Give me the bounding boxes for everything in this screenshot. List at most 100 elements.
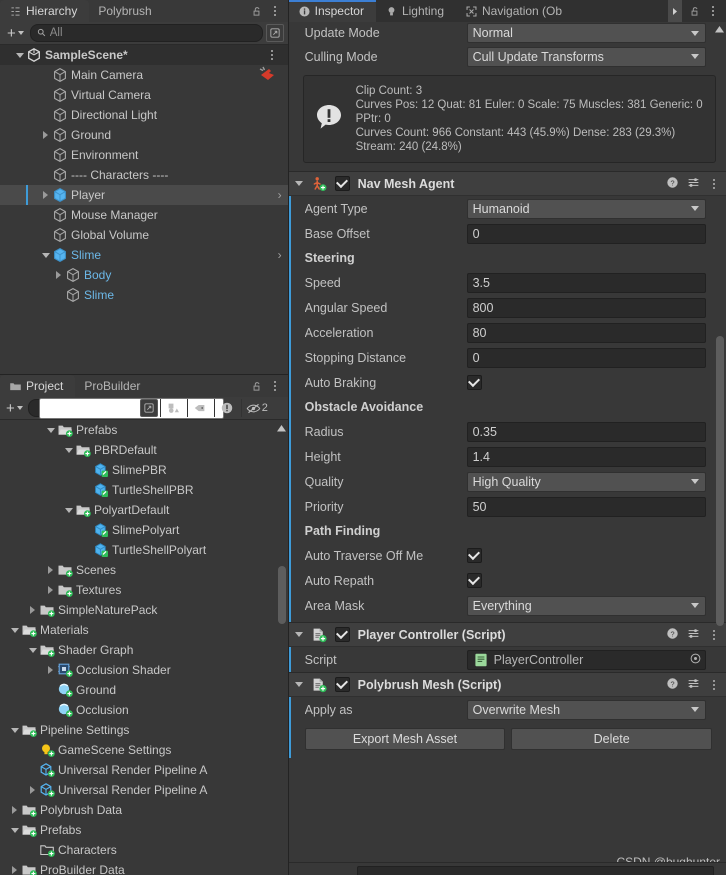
project-item-gamescene-settings[interactable]: GameScene Settings xyxy=(0,740,288,760)
project-item-scenes[interactable]: Scenes xyxy=(0,560,288,580)
label-filter-icon[interactable] xyxy=(186,399,212,417)
project-item-prefabs[interactable]: Prefabs xyxy=(0,820,288,840)
dropdown-quality[interactable]: High Quality xyxy=(466,471,706,492)
dropdown-agent-type[interactable]: Humanoid xyxy=(466,198,706,219)
project-item-slimepbr[interactable]: SlimePBR xyxy=(0,460,288,480)
type-filter-icon[interactable] xyxy=(159,399,185,417)
project-scroll-up-arrow[interactable] xyxy=(276,423,287,434)
project-item-pbrdefault[interactable]: PBRDefault xyxy=(0,440,288,460)
tab-inspector[interactable]: Inspector xyxy=(288,0,377,22)
delete-button[interactable]: Delete xyxy=(511,728,713,750)
project-item-simplenaturepack[interactable]: SimpleNaturePack xyxy=(0,600,288,620)
component-header[interactable]: Nav Mesh Agent? xyxy=(288,172,726,196)
component-enabled-checkbox[interactable] xyxy=(334,627,350,642)
project-item-polybrush-data[interactable]: Polybrush Data xyxy=(0,800,288,820)
collapse-arrow-icon[interactable] xyxy=(8,720,21,740)
component-collapse-arrow-icon[interactable] xyxy=(293,625,306,645)
project-item-occlusion-shader[interactable]: Occlusion Shader xyxy=(0,660,288,680)
hierarchy-item-global-volume[interactable]: Global Volume xyxy=(0,225,288,245)
project-item-materials[interactable]: Materials xyxy=(0,620,288,640)
chevron-right-icon[interactable] xyxy=(668,0,682,22)
input-priority[interactable]: 50 xyxy=(466,496,706,517)
create-asset-button[interactable]: + xyxy=(3,400,26,417)
hierarchy-item-player[interactable]: Player › xyxy=(0,185,288,205)
hierarchy-item-environment[interactable]: Environment xyxy=(0,145,288,165)
project-item-polyartdefault[interactable]: PolyartDefault xyxy=(0,500,288,520)
kebab-menu-icon[interactable] xyxy=(269,381,281,391)
input-stopping-distance[interactable]: 0 xyxy=(466,347,706,368)
input-height[interactable]: 1.4 xyxy=(466,446,706,467)
project-item-pipeline-settings[interactable]: Pipeline Settings xyxy=(0,720,288,740)
hidden-packages-icon[interactable]: 2 xyxy=(240,399,272,417)
preset-icon[interactable] xyxy=(687,627,700,643)
dropdown-culling-mode[interactable]: Cull Update Transforms xyxy=(466,46,706,67)
expand-arrow-icon[interactable] xyxy=(8,800,21,820)
expand-arrow-icon[interactable] xyxy=(44,660,57,680)
checkbox-auto-traverse-off-me[interactable] xyxy=(466,548,482,563)
project-item-probuilder-data[interactable]: ProBuilder Data xyxy=(0,860,288,875)
project-item-prefabs[interactable]: Prefabs xyxy=(0,420,288,440)
tab-lighting[interactable]: Lighting xyxy=(376,0,456,22)
hierarchy-item-directional-light[interactable]: Directional Light xyxy=(0,105,288,125)
project-item-characters[interactable]: Characters xyxy=(0,840,288,860)
dropdown-update-mode[interactable]: Normal xyxy=(466,23,706,43)
hierarchy-item-mouse-manager[interactable]: Mouse Manager xyxy=(0,205,288,225)
expand-arrow-icon[interactable] xyxy=(26,780,39,800)
hierarchy-search[interactable] xyxy=(29,24,263,42)
hierarchy-tree[interactable]: SampleScene* Main Camera Virtual Camera Dir… xyxy=(0,45,288,374)
component-collapse-arrow-icon[interactable] xyxy=(293,675,306,695)
collapse-arrow-icon[interactable] xyxy=(8,820,21,840)
object-picker-icon[interactable] xyxy=(690,653,701,667)
hierarchy-item-main-camera[interactable]: Main Camera xyxy=(0,65,288,85)
checkbox-auto-braking[interactable] xyxy=(466,375,482,390)
scroll-up-arrow[interactable] xyxy=(714,24,725,35)
expand-arrow-icon[interactable] xyxy=(39,125,52,145)
component-header[interactable]: Polybrush Mesh (Script)? xyxy=(288,673,726,697)
kebab-menu-icon[interactable] xyxy=(266,50,278,60)
project-item-slimepolyart[interactable]: SlimePolyart xyxy=(0,520,288,540)
tab-probuilder[interactable]: ProBuilder xyxy=(75,375,152,397)
project-item-universal-render-pipeline-a[interactable]: Universal Render Pipeline A xyxy=(0,760,288,780)
project-item-turtleshellpolyart[interactable]: TurtleShellPolyart xyxy=(0,540,288,560)
open-prefab-chevron-icon[interactable]: › xyxy=(278,188,284,202)
lock-open-icon[interactable] xyxy=(250,5,263,18)
project-item-turtleshellpbr[interactable]: TurtleShellPBR xyxy=(0,480,288,500)
project-item-universal-render-pipeline-a[interactable]: Universal Render Pipeline A xyxy=(0,780,288,800)
collapse-arrow-icon[interactable] xyxy=(8,620,21,640)
collapse-arrow-icon[interactable] xyxy=(13,45,26,65)
expand-arrow-icon[interactable] xyxy=(44,580,57,600)
hierarchy-item-samplescene[interactable]: SampleScene* xyxy=(0,45,288,65)
open-prefab-chevron-icon[interactable]: › xyxy=(278,248,284,262)
hierarchy-item-body[interactable]: Body xyxy=(0,265,288,285)
tab-navigation[interactable]: Navigation (Ob xyxy=(456,0,574,22)
project-tree[interactable]: Prefabs PBRDefault SlimePBR TurtleShellPBR P… xyxy=(0,420,288,875)
save-search-icon[interactable] xyxy=(265,24,284,42)
component-enabled-checkbox[interactable] xyxy=(334,176,350,191)
warning-filter-icon[interactable] xyxy=(213,399,239,417)
dropdown-apply-as[interactable]: Overwrite Mesh xyxy=(466,699,706,720)
project-scrollbar[interactable] xyxy=(277,436,286,875)
component-header[interactable]: Player Controller (Script)? xyxy=(288,623,726,647)
help-icon[interactable]: ? xyxy=(666,677,679,693)
tab-polybrush[interactable]: Polybrush xyxy=(89,0,163,22)
hierarchy-item-slime[interactable]: Slime › xyxy=(0,245,288,265)
project-item-textures[interactable]: Textures xyxy=(0,580,288,600)
collapse-arrow-icon[interactable] xyxy=(39,245,52,265)
input-acceleration[interactable]: 80 xyxy=(466,322,706,343)
save-search-icon[interactable] xyxy=(139,399,158,417)
expand-arrow-icon[interactable] xyxy=(44,560,57,580)
collapse-arrow-icon[interactable] xyxy=(44,420,57,440)
project-scrollbar-thumb[interactable] xyxy=(277,566,286,624)
project-item-ground[interactable]: Ground xyxy=(0,680,288,700)
component-enabled-checkbox[interactable] xyxy=(334,677,350,692)
input-angular-speed[interactable]: 800 xyxy=(466,297,706,318)
hierarchy-item-slime[interactable]: Slime xyxy=(0,285,288,305)
component-collapse-arrow-icon[interactable] xyxy=(293,174,306,194)
inspector-scrollbar[interactable] xyxy=(716,36,724,816)
tab-hierarchy[interactable]: Hierarchy xyxy=(0,0,90,22)
expand-arrow-icon[interactable] xyxy=(26,600,39,620)
project-item-occlusion[interactable]: Occlusion xyxy=(0,700,288,720)
expand-arrow-icon[interactable] xyxy=(8,860,21,875)
checkbox-auto-repath[interactable] xyxy=(466,573,482,588)
help-icon[interactable]: ? xyxy=(666,627,679,643)
